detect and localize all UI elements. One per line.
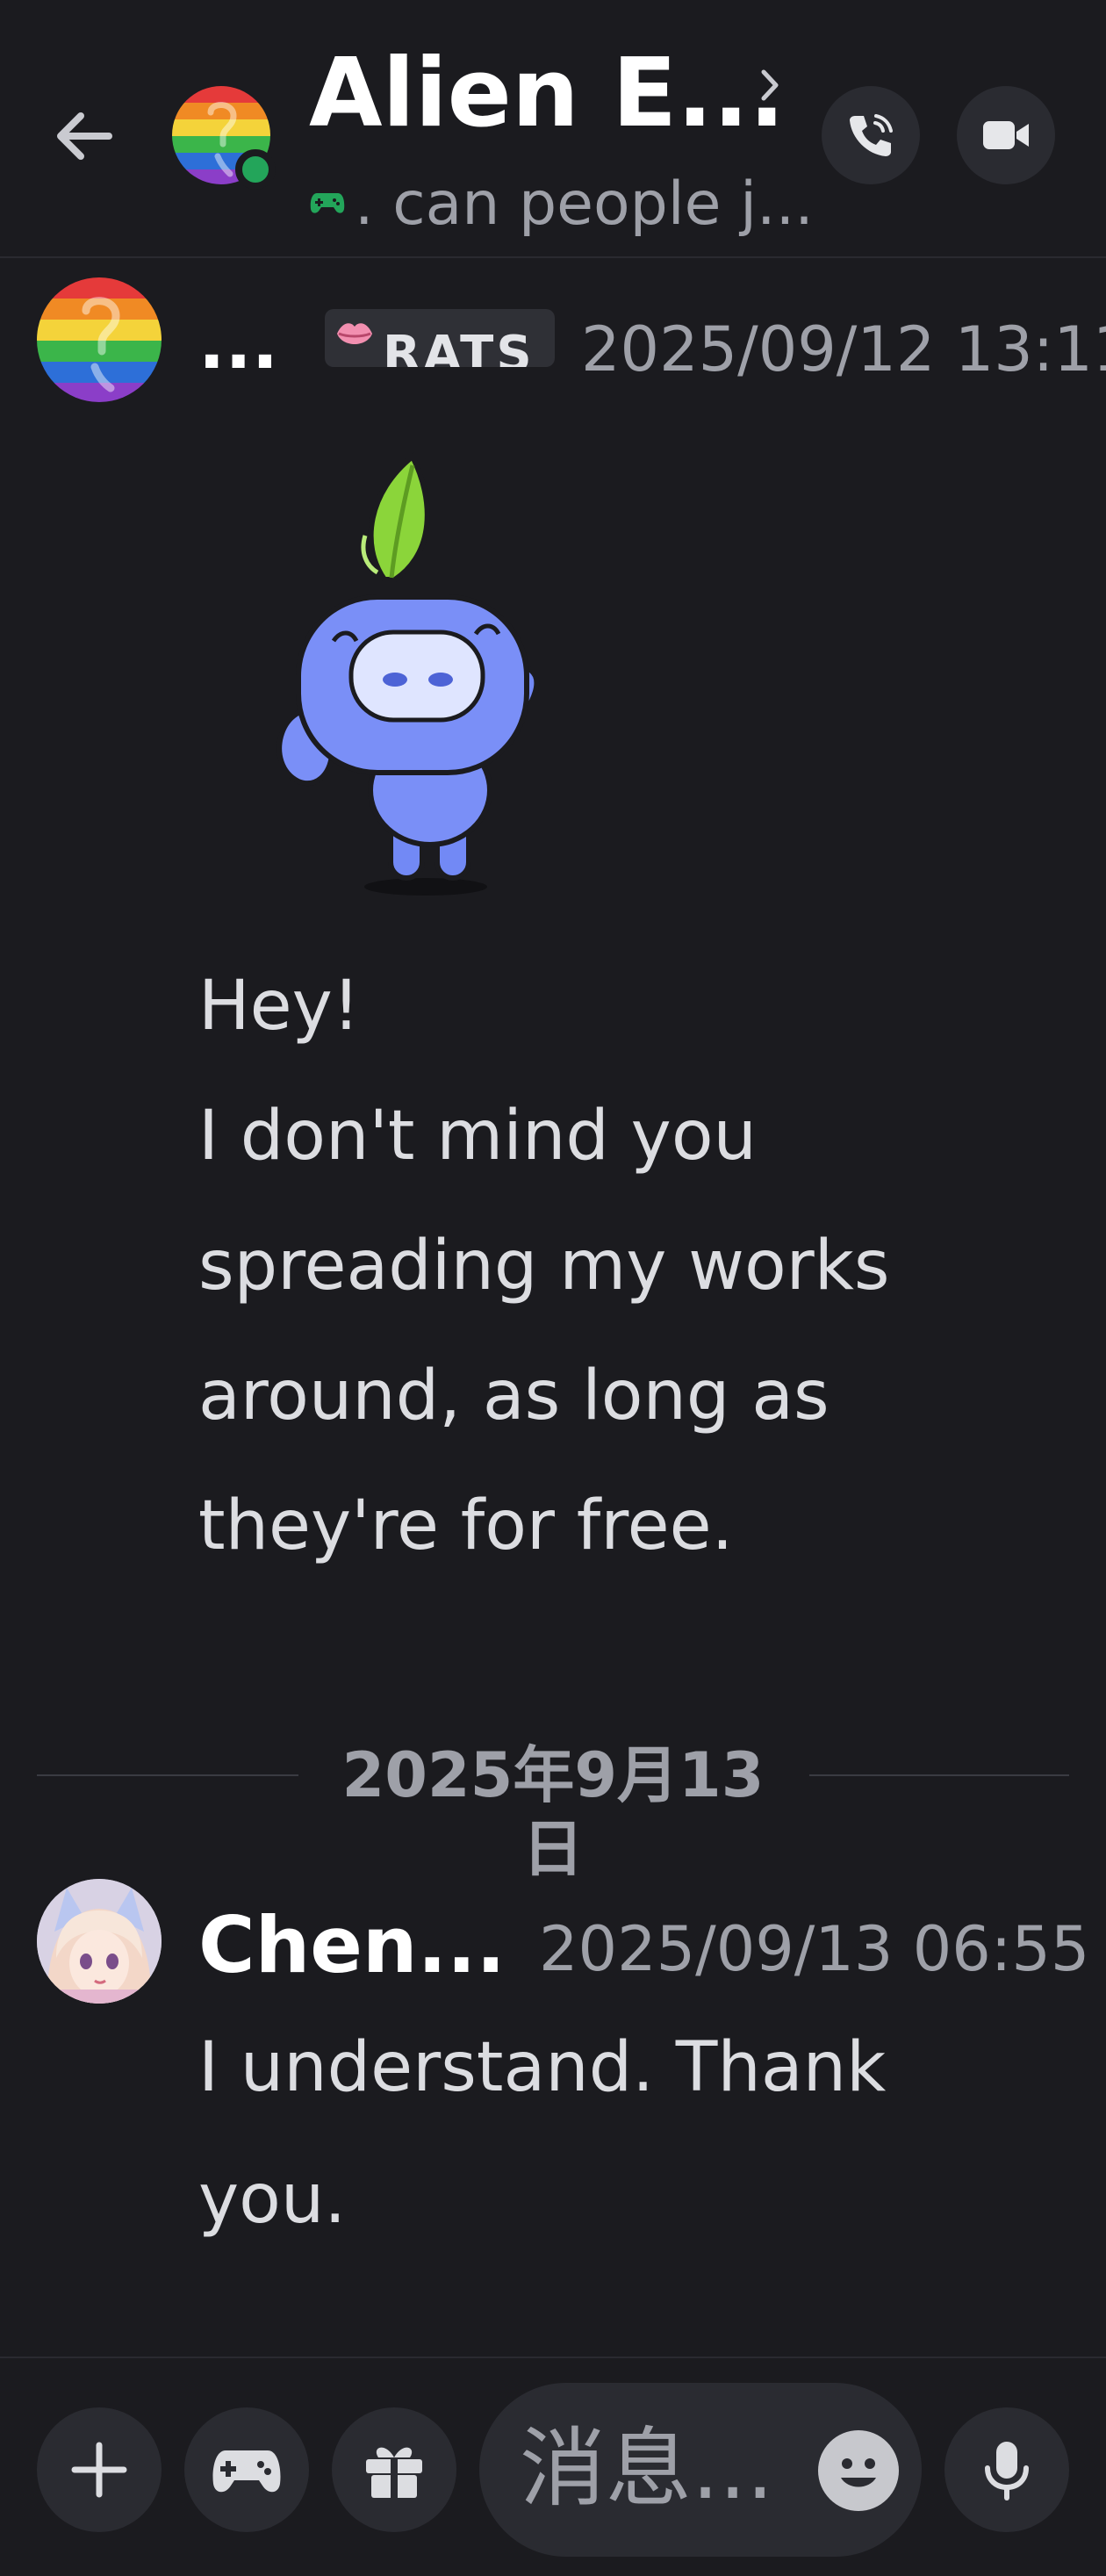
wumpus-sticker[interactable]	[246, 448, 614, 904]
video-call-button[interactable]	[957, 86, 1055, 184]
message-username[interactable]: ...	[198, 309, 278, 379]
date-divider-line-right	[809, 1774, 1069, 1776]
gift-icon	[366, 2447, 422, 2498]
chevron-right-icon[interactable]	[757, 63, 783, 107]
rainbow-avatar-image	[37, 277, 162, 402]
video-camera-icon	[983, 121, 1029, 149]
add-attachment-button[interactable]	[37, 2407, 162, 2532]
emoji-button[interactable]	[818, 2430, 899, 2511]
message-line: they're for free.	[198, 1486, 734, 1565]
message-line: you.	[198, 2160, 347, 2239]
gamepad-icon	[212, 2450, 281, 2493]
message-username[interactable]: Chen...	[198, 1902, 506, 1990]
message-line: Hey!	[198, 967, 361, 1046]
date-divider-line-left	[37, 1774, 298, 1776]
composer-divider	[0, 2357, 1106, 2358]
back-arrow-icon	[57, 112, 112, 160]
back-button[interactable]	[46, 97, 125, 176]
microphone-icon	[985, 2442, 1029, 2500]
activities-button[interactable]	[184, 2407, 309, 2532]
emoji-icon	[841, 2458, 876, 2487]
voice-call-button[interactable]	[822, 86, 920, 184]
message-line: I understand. Thank	[198, 2028, 887, 2107]
gamepad-icon	[310, 193, 345, 213]
channel-header: Alien E... . can people j...	[0, 0, 1106, 256]
channel-title[interactable]: Alien E...	[309, 37, 785, 151]
message-line: I don't mind you	[198, 1097, 757, 1176]
user-avatar[interactable]	[37, 277, 162, 402]
plus-icon	[71, 2442, 127, 2498]
header-divider	[0, 256, 1106, 258]
gift-button[interactable]	[332, 2407, 456, 2532]
phone-call-icon	[850, 114, 893, 156]
online-status-dot	[235, 149, 276, 190]
message-line: around, as long as	[198, 1356, 830, 1436]
anime-girl-avatar-image	[37, 1879, 162, 2004]
message-line: spreading my works	[198, 1227, 890, 1306]
channel-subtitle[interactable]: . can people j...	[355, 165, 814, 244]
server-tag[interactable]: RATS	[325, 309, 555, 367]
user-avatar[interactable]	[37, 1879, 162, 2004]
message-input-placeholder: 消息...	[520, 2419, 774, 2519]
message-timestamp: 2025/09/13 06:55	[539, 1913, 1090, 1985]
voice-message-button[interactable]	[944, 2407, 1069, 2532]
date-divider: 2025年9月13日	[341, 1739, 765, 1885]
message-timestamp: 2025/09/12 13:11	[581, 313, 1106, 385]
lips-icon	[337, 323, 372, 344]
server-tag-label: RATS	[383, 326, 535, 368]
